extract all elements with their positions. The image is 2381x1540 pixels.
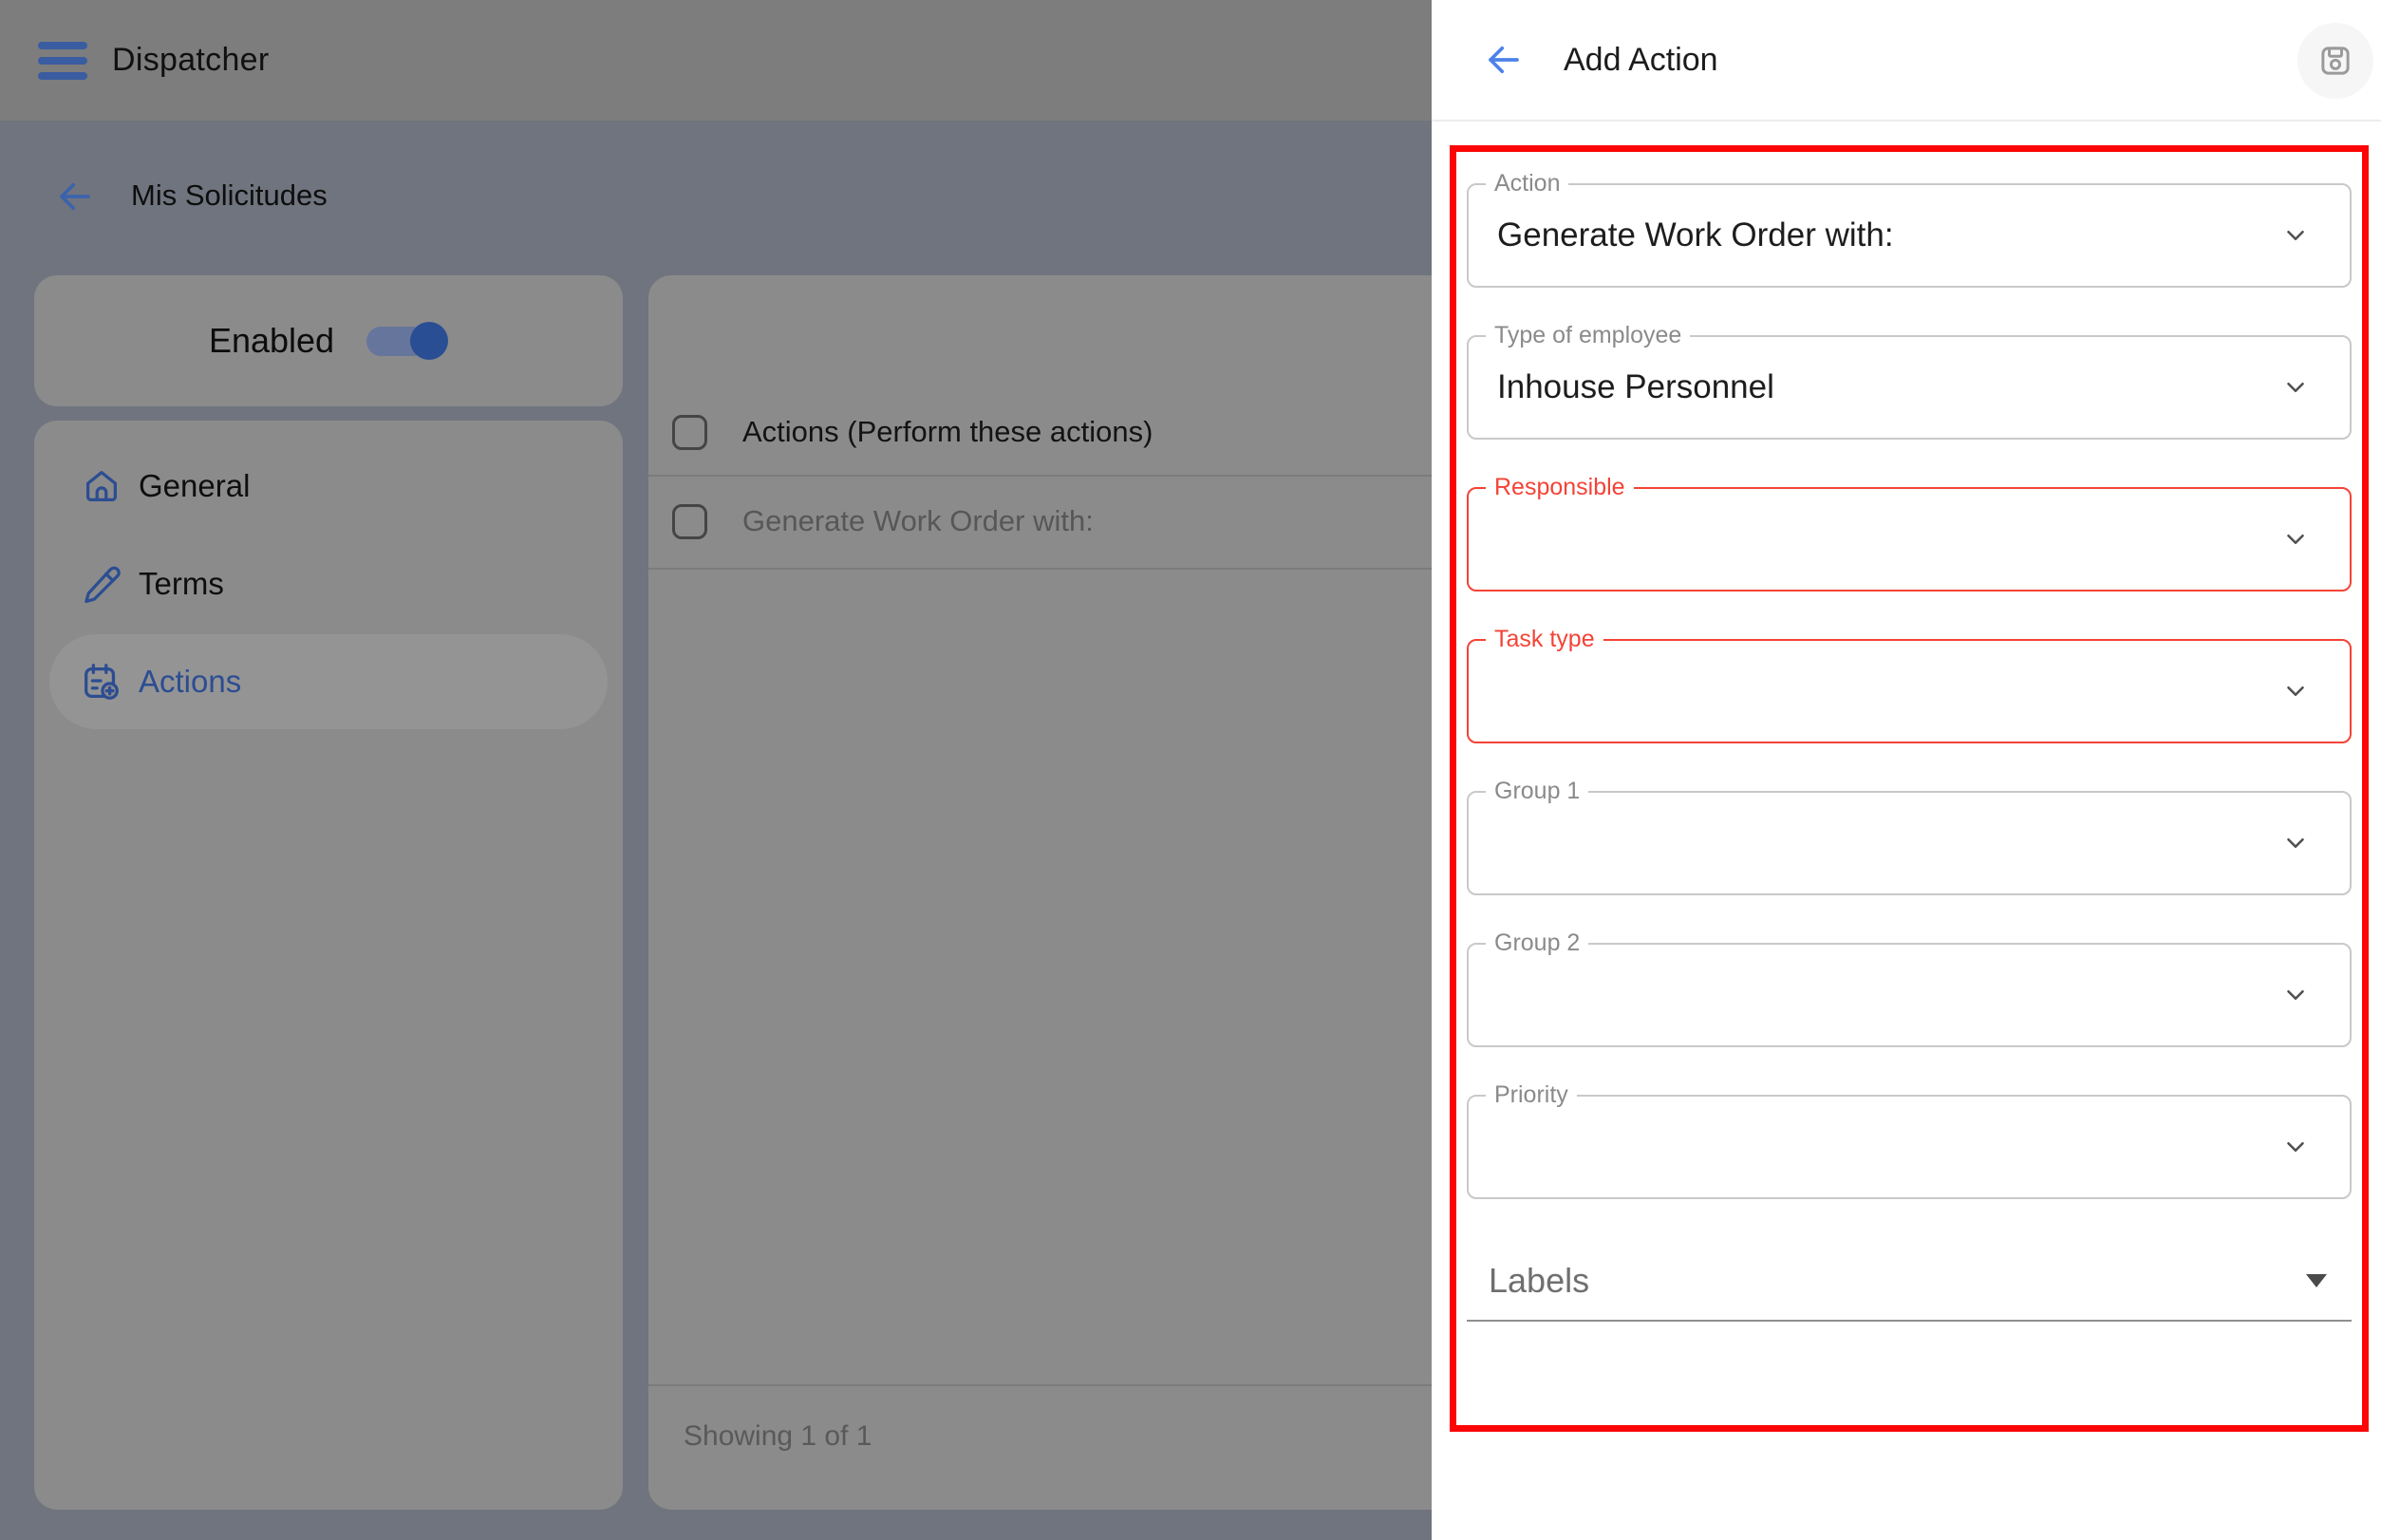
table-row-label: Generate Work Order with:: [742, 504, 1094, 538]
add-action-panel: Add Action Action Generate Work Order wi…: [1432, 0, 2381, 1540]
sidebar-item-label: General: [139, 468, 250, 504]
back-arrow-icon[interactable]: [53, 177, 97, 216]
chevron-down-icon: [2281, 677, 2310, 705]
select-all-checkbox[interactable]: [672, 415, 707, 450]
chevron-down-icon: [2281, 981, 2310, 1009]
chevron-down-icon: [2281, 1133, 2310, 1161]
field-label: Group 1: [1486, 778, 1588, 805]
footer-divider: [648, 1384, 1465, 1386]
panel-header: Add Action: [1432, 0, 2381, 122]
calendar-plus-icon: [80, 660, 123, 704]
labels-select-label: Labels: [1489, 1261, 1589, 1301]
field-value: Generate Work Order with:: [1497, 185, 1894, 286]
task-type-select[interactable]: Task type: [1467, 639, 2352, 743]
field-label: Task type: [1486, 626, 1603, 653]
panel-title: Add Action: [1564, 42, 1718, 79]
table-row[interactable]: Generate Work Order with:: [648, 475, 1465, 568]
enabled-card: Enabled: [34, 275, 623, 406]
row-divider: [648, 568, 1465, 570]
toggle-thumb: [410, 322, 448, 360]
responsible-select[interactable]: Responsible: [1467, 487, 2352, 592]
action-select[interactable]: Action Generate Work Order with:: [1467, 183, 2352, 288]
dropdown-arrow-icon: [2306, 1274, 2327, 1287]
table-header-label: Actions (Perform these actions): [742, 415, 1153, 449]
back-arrow-icon[interactable]: [1484, 40, 1524, 80]
pagination-status: Showing 1 of 1: [684, 1420, 872, 1453]
page-title: Mis Solicitudes: [131, 178, 328, 213]
field-label: Priority: [1486, 1081, 1577, 1109]
save-button[interactable]: [2297, 23, 2373, 99]
chevron-down-icon: [2281, 373, 2310, 402]
field-label: Responsible: [1486, 474, 1634, 501]
settings-nav-card: General Terms Actions: [34, 421, 623, 1510]
sidebar-item-actions[interactable]: Actions: [49, 634, 608, 729]
home-icon: [80, 464, 123, 508]
group-2-select[interactable]: Group 2: [1467, 943, 2352, 1047]
app-root: Dispatcher Mis Solicitudes Enabled Gener…: [0, 0, 2381, 1540]
enabled-toggle[interactable]: [366, 318, 448, 364]
labels-select[interactable]: Labels: [1467, 1244, 2352, 1322]
group-1-select[interactable]: Group 1: [1467, 791, 2352, 895]
enabled-label: Enabled: [209, 321, 334, 361]
top-app-bar: Dispatcher: [0, 0, 1432, 121]
chevron-down-icon: [2281, 221, 2310, 250]
app-title: Dispatcher: [112, 42, 270, 79]
type-of-employee-select[interactable]: Type of employee Inhouse Personnel: [1467, 335, 2352, 440]
menu-icon[interactable]: [38, 42, 87, 80]
sidebar-item-terms[interactable]: Terms: [49, 536, 608, 631]
priority-select[interactable]: Priority: [1467, 1095, 2352, 1199]
sidebar-item-label: Actions: [139, 664, 241, 700]
dimmed-background-page: Dispatcher Mis Solicitudes Enabled Gener…: [0, 0, 1432, 1540]
actions-table-card: Actions (Perform these actions) Generate…: [648, 275, 1465, 1510]
floppy-disk-icon: [2315, 41, 2355, 81]
chevron-down-icon: [2281, 829, 2310, 857]
chevron-down-icon: [2281, 525, 2310, 554]
field-value: Inhouse Personnel: [1497, 337, 1774, 438]
field-label: Group 2: [1486, 930, 1588, 957]
pencil-icon: [80, 562, 123, 606]
sidebar-item-label: Terms: [139, 566, 224, 602]
row-checkbox[interactable]: [672, 504, 707, 539]
sidebar-item-general[interactable]: General: [49, 439, 608, 534]
table-header-row: Actions (Perform these actions): [648, 389, 1465, 475]
